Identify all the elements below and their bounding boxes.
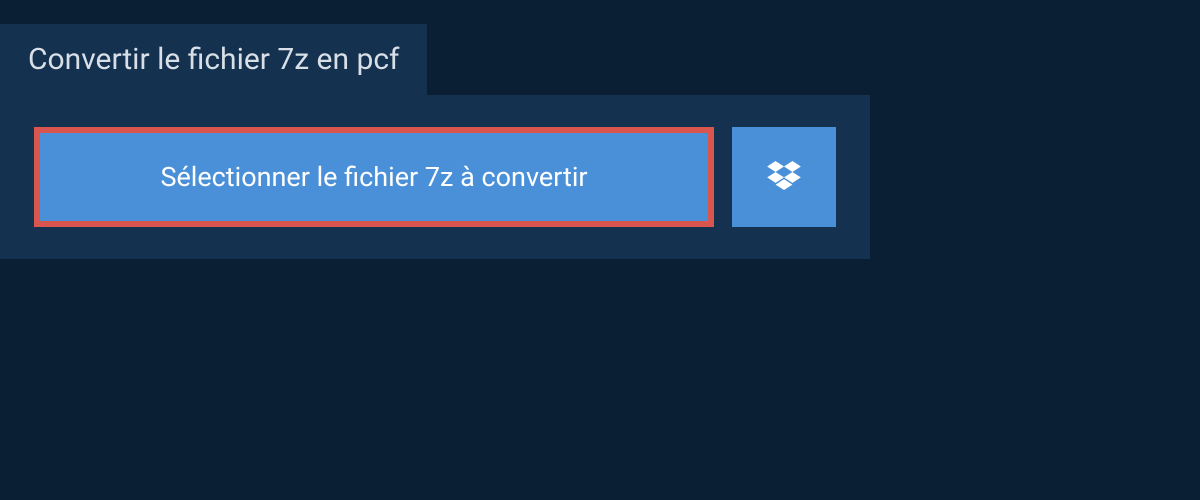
button-row: Sélectionner le fichier 7z à convertir [34, 127, 836, 227]
page-title-tab: Convertir le fichier 7z en pcf [0, 24, 427, 95]
select-file-button[interactable]: Sélectionner le fichier 7z à convertir [34, 127, 714, 227]
upload-panel: Sélectionner le fichier 7z à convertir [0, 95, 870, 259]
dropbox-icon [767, 161, 801, 193]
select-file-label: Sélectionner le fichier 7z à convertir [160, 161, 587, 193]
page-title: Convertir le fichier 7z en pcf [28, 42, 399, 77]
dropbox-button[interactable] [732, 127, 836, 227]
